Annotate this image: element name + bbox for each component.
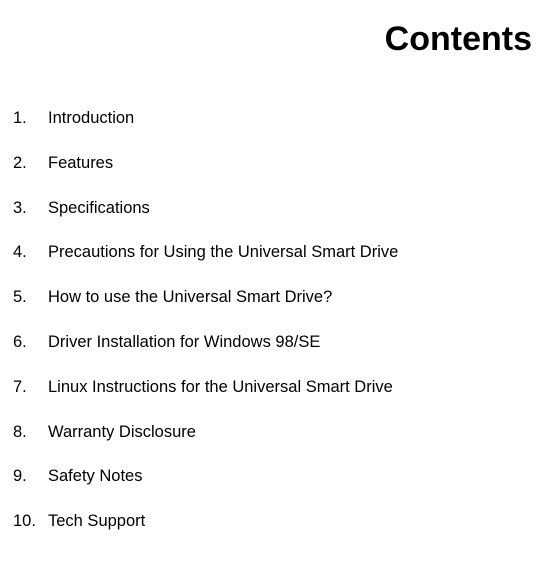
- list-item: 8. Warranty Disclosure: [13, 423, 540, 443]
- item-label: How to use the Universal Smart Drive?: [48, 288, 540, 308]
- item-number: 5.: [13, 288, 48, 308]
- item-number: 3.: [13, 199, 48, 219]
- item-number: 1.: [13, 109, 48, 129]
- list-item: 7. Linux Instructions for the Universal …: [13, 378, 540, 398]
- item-label: Driver Installation for Windows 98/SE: [48, 333, 540, 353]
- item-label: Specifications: [48, 199, 540, 219]
- list-item: 1. Introduction: [13, 109, 540, 129]
- item-number: 7.: [13, 378, 48, 398]
- list-item: 10. Tech Support: [13, 512, 540, 532]
- item-number: 8.: [13, 423, 48, 443]
- item-label: Linux Instructions for the Universal Sma…: [48, 378, 540, 398]
- item-label: Features: [48, 154, 540, 174]
- item-label: Warranty Disclosure: [48, 423, 540, 443]
- item-label: Tech Support: [48, 512, 540, 532]
- item-number: 4.: [13, 243, 48, 263]
- list-item: 4. Precautions for Using the Universal S…: [13, 243, 540, 263]
- item-label: Precautions for Using the Universal Smar…: [48, 243, 540, 263]
- list-item: 6. Driver Installation for Windows 98/SE: [13, 333, 540, 353]
- list-item: 5. How to use the Universal Smart Drive?: [13, 288, 540, 308]
- item-label: Safety Notes: [48, 467, 540, 487]
- item-label: Introduction: [48, 109, 540, 129]
- item-number: 2.: [13, 154, 48, 174]
- list-item: 2. Features: [13, 154, 540, 174]
- item-number: 9.: [13, 467, 48, 487]
- list-item: 3. Specifications: [13, 199, 540, 219]
- list-item: 9. Safety Notes: [13, 467, 540, 487]
- item-number: 6.: [13, 333, 48, 353]
- item-number: 10.: [13, 512, 48, 532]
- page-title: Contents: [10, 20, 540, 59]
- contents-list: 1. Introduction 2. Features 3. Specifica…: [10, 109, 540, 532]
